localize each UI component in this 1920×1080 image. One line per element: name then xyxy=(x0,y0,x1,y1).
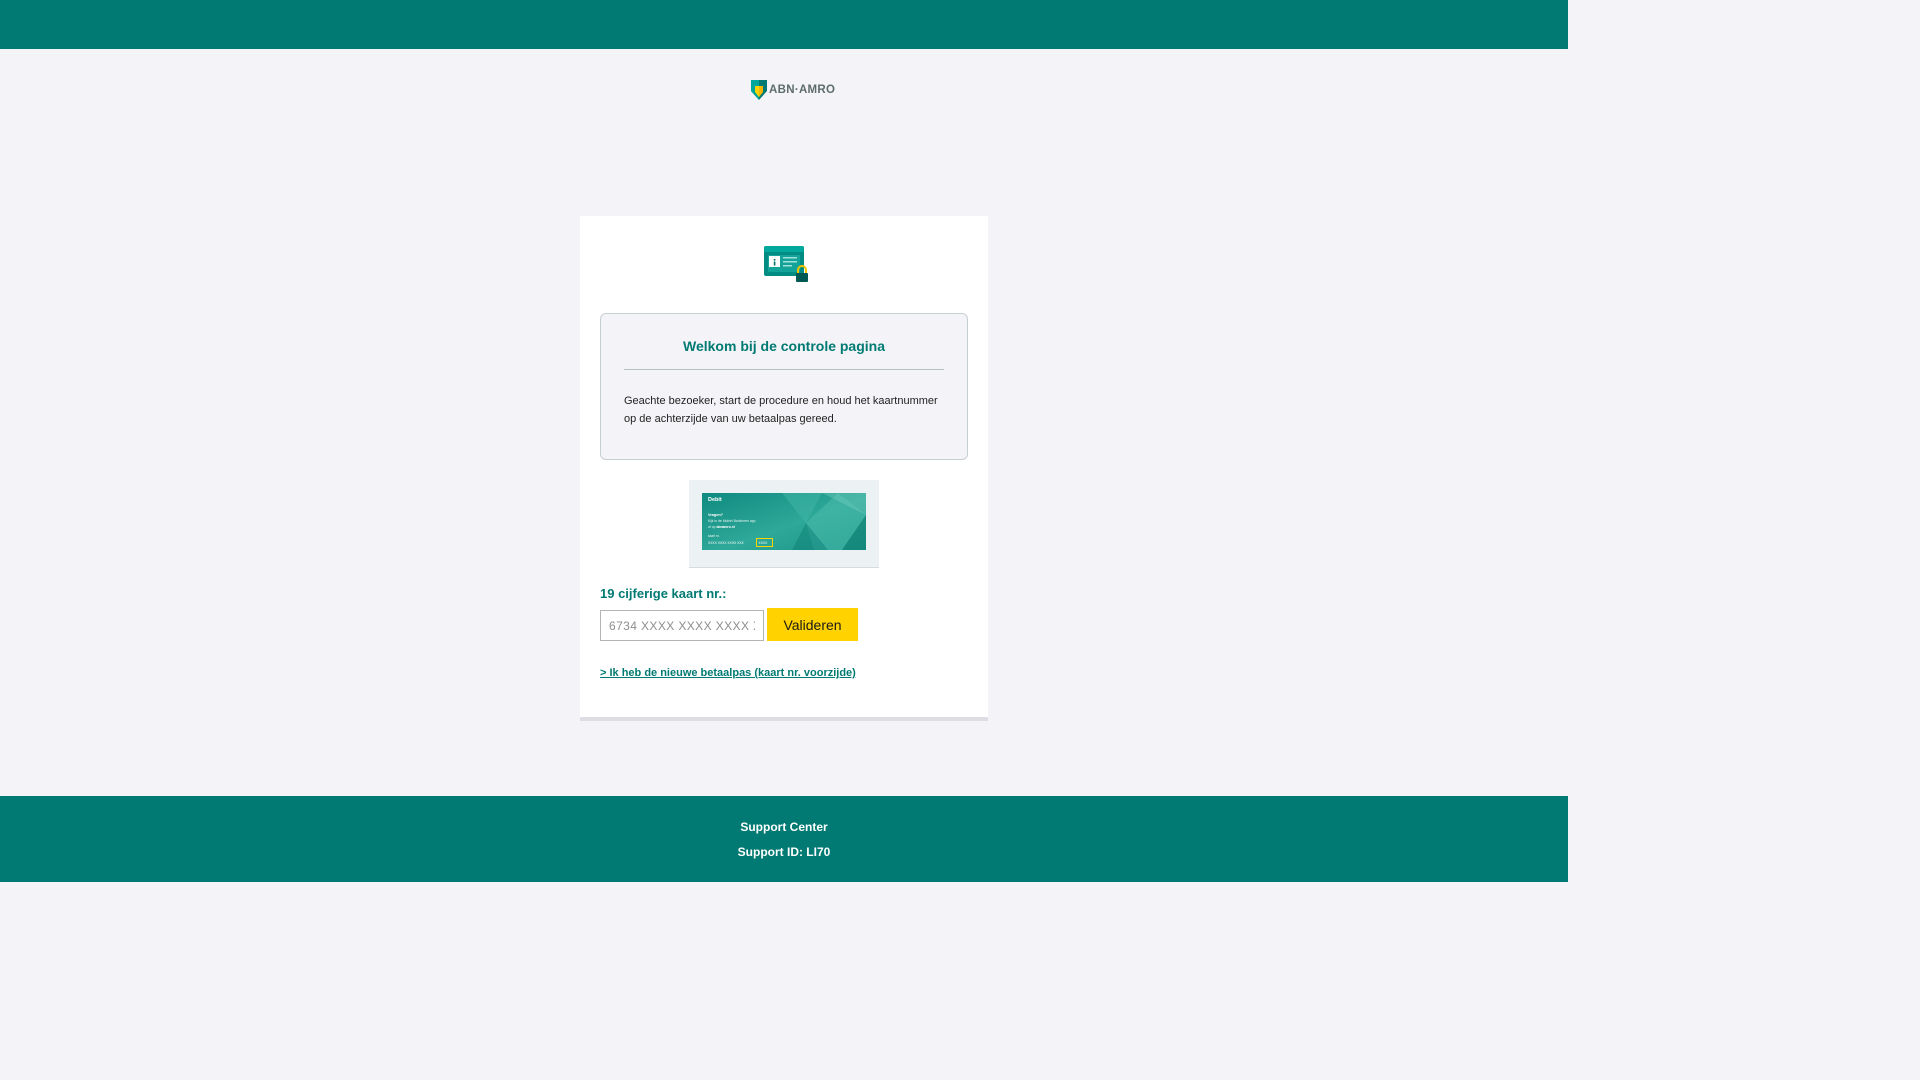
verification-card: Welkom bij de controle pagina Geachte be… xyxy=(580,216,988,721)
card-number-input[interactable] xyxy=(600,610,764,641)
card-number-label: kaart nr. xyxy=(708,534,720,538)
new-card-link[interactable]: > Ik heb de nieuwe betaalpas (kaart nr. … xyxy=(600,667,856,679)
card-text-line1: Kijk in de Mobiel Bankieren app xyxy=(708,519,756,523)
welcome-divider xyxy=(624,369,944,370)
card-text-line2: of op abnamro.nl xyxy=(708,525,735,529)
debit-card-illustration: Debit Vragen? Kijk in de Mobiel Bankiere… xyxy=(689,480,879,568)
card-text-line2-prefix: of op xyxy=(708,525,716,529)
abn-amro-shield-icon xyxy=(751,80,767,100)
page: ABN·AMRO Welkom bij de controle pagina G… xyxy=(0,0,1568,882)
secure-browser-lock-icon xyxy=(764,246,808,282)
card-title: Debit xyxy=(708,497,722,503)
support-center-link[interactable]: Support Center xyxy=(0,820,1568,834)
validate-button[interactable]: Valideren xyxy=(767,608,858,641)
welcome-title: Welkom bij de controle pagina xyxy=(683,338,885,354)
card-number-masked: XXXX XXXX XXXX XXX xyxy=(708,541,745,545)
bank-logo: ABN·AMRO xyxy=(751,80,835,100)
card-number-highlight: XXXX xyxy=(759,541,769,545)
card-number-label: 19 cijferige kaart nr.: xyxy=(600,586,727,601)
welcome-box: Welkom bij de controle pagina Geachte be… xyxy=(600,313,968,460)
support-id: Support ID: LI70 xyxy=(737,845,831,859)
footer: Support Center Support ID: LI70 xyxy=(0,796,1568,882)
top-bar xyxy=(0,0,1568,49)
card-text-line2-site: abnamro.nl xyxy=(717,525,735,529)
logo-text: ABN·AMRO xyxy=(769,84,836,96)
debit-card-back-image: Debit Vragen? Kijk in de Mobiel Bankiere… xyxy=(702,493,866,550)
card-question: Vragen? xyxy=(708,513,724,517)
welcome-text: Geachte bezoeker, start de procedure en … xyxy=(624,395,938,425)
